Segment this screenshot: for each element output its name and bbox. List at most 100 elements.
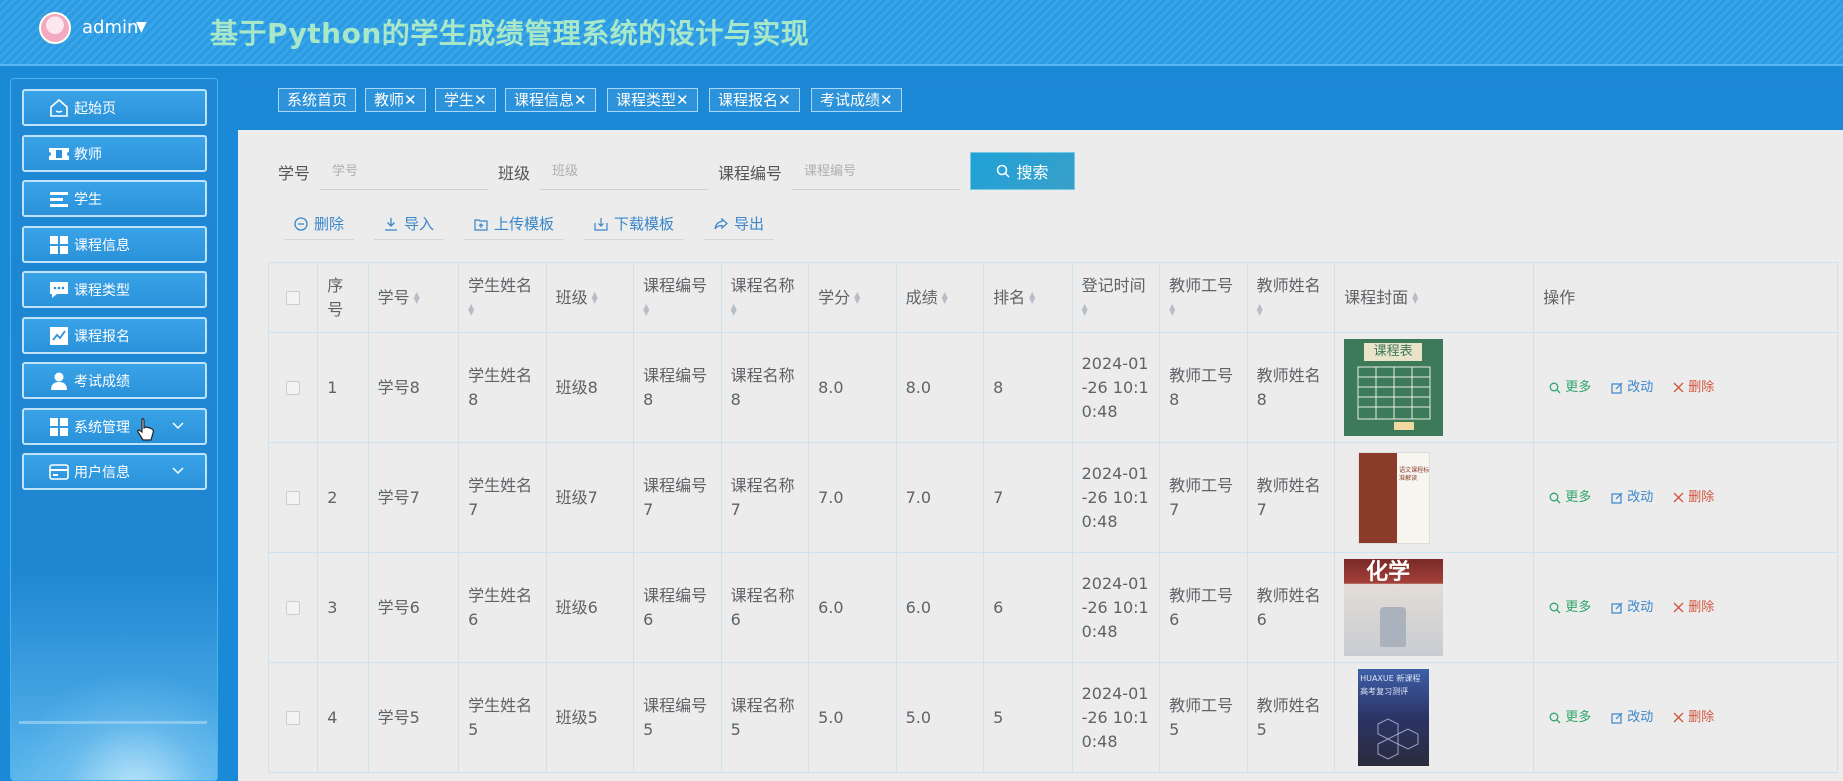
sidebar-item-exam-score[interactable]: 考试成绩 [22,362,207,399]
download-template-button[interactable]: 下载模板 [584,208,685,240]
student-id-input[interactable] [320,154,488,190]
cell-rank: 7 [983,442,1073,553]
course-id-input[interactable] [792,154,960,190]
download-template-label: 下载模板 [614,215,675,233]
cell-cover: 课程表 [1334,332,1535,443]
sidebar-item-label: 考试成绩 [74,373,130,390]
tab-enrollment[interactable]: 课程报名✕ [709,88,800,112]
edit-button[interactable]: 改动 [1611,706,1653,730]
close-icon [1673,602,1684,613]
sidebar-item-course-type[interactable]: 课程类型 [22,271,207,308]
edit-icon [1611,492,1623,504]
select-all-cell[interactable] [267,262,319,333]
tab-exam-score[interactable]: 考试成绩✕ [811,88,902,112]
tab-course-info[interactable]: 课程信息✕ [505,88,596,112]
upload-template-button[interactable]: 上传模板 [464,208,565,240]
cell-student-id: 学号6 [367,552,460,663]
col-rank[interactable]: 排名 ▲ ▼ [983,262,1073,333]
col-teacher-id[interactable]: 教师工号 ▲ ▼ [1159,262,1248,333]
cell-course-name: 课程名称6 [720,552,810,663]
course-cover-image[interactable]: 化学 [1344,559,1444,656]
chevron-down-icon[interactable] [171,418,185,436]
row-checkbox[interactable] [286,380,301,395]
col-score[interactable]: 成绩 ▲ ▼ [895,262,985,333]
col-time[interactable]: 登记时间 ▲ ▼ [1071,262,1161,333]
course-cover-image[interactable]: HUAXUE 新课程高考复习测评 [1358,669,1430,766]
tab-home[interactable]: 系统首页 [278,88,357,112]
course-cover-image[interactable]: 语文课程标准解读 [1358,451,1431,544]
user-name[interactable]: admin [82,17,138,38]
export-button[interactable]: 导出 [704,208,775,240]
delete-row-button[interactable]: 删除 [1673,706,1714,730]
class-input[interactable] [540,154,708,190]
cell-score: 7.0 [895,442,985,553]
tab-student[interactable]: 学生✕ [435,88,496,112]
cell-course-name: 课程名称5 [720,662,810,773]
more-button[interactable]: 更多 [1549,376,1591,400]
table-row: 2 学号7 学生姓名7 班级7 课程编号7 课程名称7 7.0 7.0 7 20… [267,442,1838,553]
table-header-row: 序号 学号 ▲ ▼ 学生姓名 ▲ ▼ 班级 ▲ ▼ 课程编号 ▲ ▼ 课程名称 ▲ ▼ 学分 ▲ ▼ 成… [267,262,1838,333]
edit-button[interactable]: 改动 [1611,596,1653,620]
sidebar-item-home[interactable]: 起始页 [22,89,207,126]
cell-time: 2024-01-26 10:10:48 [1071,332,1161,443]
cell-student-name: 学生姓名5 [458,662,547,773]
row-checkbox[interactable] [286,490,301,505]
sidebar-item-course-info[interactable]: 课程信息 [22,226,207,263]
tab-teacher[interactable]: 教师✕ [365,88,426,112]
sidebar-item-enrollment[interactable]: 课程报名 [22,317,207,354]
col-student-name[interactable]: 学生姓名 ▲ ▼ [458,262,547,333]
col-cover[interactable]: 课程封面 ▲ ▼ [1334,262,1535,333]
tab-course-type[interactable]: 课程类型✕ [607,88,698,112]
cell-class: 班级6 [545,552,635,663]
sidebar-item-label: 教师 [74,146,102,163]
table-row: 1 学号8 学生姓名8 班级8 课程编号8 课程名称8 8.0 8.0 8 20… [267,332,1838,443]
delete-label: 删除 [314,215,345,233]
edit-button[interactable]: 改动 [1611,486,1653,510]
cell-cover: 语文课程标准解读 [1334,442,1535,553]
col-credit[interactable]: 学分 ▲ ▼ [808,262,897,333]
cell-class: 班级8 [545,332,635,443]
col-student-id[interactable]: 学号 ▲ ▼ [367,262,460,333]
cell-cover: 化学 [1334,552,1535,663]
caret-down-icon[interactable]: ▼ [136,19,147,35]
col-class[interactable]: 班级 ▲ ▼ [545,262,635,333]
more-button[interactable]: 更多 [1549,706,1591,730]
sidebar-item-teacher[interactable]: 教师 [22,135,207,172]
more-button[interactable]: 更多 [1549,486,1591,510]
import-button[interactable]: 导入 [374,208,445,240]
edit-icon [1611,712,1623,724]
delete-row-button[interactable]: 删除 [1673,596,1714,620]
search-button[interactable]: 搜索 [970,152,1075,190]
app-title: 基于Python的学生成绩管理系统的设计与实现 [210,17,810,50]
cell-credit: 8.0 [808,332,897,443]
home-icon [48,97,70,119]
sidebar-item-user-info[interactable]: 用户信息 [22,453,207,490]
more-button[interactable]: 更多 [1549,596,1591,620]
row-checkbox[interactable] [286,710,301,725]
sidebar-item-student[interactable]: 学生 [22,180,207,217]
delete-row-button[interactable]: 删除 [1673,376,1714,400]
cell-rank: 6 [983,552,1073,663]
chevron-down-icon[interactable] [171,463,185,481]
avatar[interactable] [39,12,71,44]
close-icon [1673,492,1684,503]
cell-index: 1 [317,332,369,443]
delete-button[interactable]: 删除 [284,208,355,240]
delete-row-button[interactable]: 删除 [1673,486,1714,510]
edit-button[interactable]: 改动 [1611,376,1653,400]
course-cover-image[interactable]: 课程表 [1344,339,1444,436]
col-course-name[interactable]: 课程名称 ▲ ▼ [720,262,810,333]
col-course-id[interactable]: 课程编号 ▲ ▼ [633,262,722,333]
sidebar-item-system-admin[interactable]: 系统管理 [22,408,207,445]
cell-teacher-name: 教师姓名5 [1246,662,1336,773]
grid-icon [48,416,70,438]
select-all-checkbox[interactable] [286,290,301,305]
person-icon [48,370,70,392]
sidebar-decoration [11,670,217,780]
cell-student-id: 学号7 [367,442,460,553]
sort-icon: ▲ ▼ [413,290,420,305]
sidebar-item-label: 用户信息 [74,464,130,481]
row-checkbox[interactable] [286,600,301,615]
cell-score: 5.0 [895,662,985,773]
col-teacher-name[interactable]: 教师姓名 ▲ ▼ [1246,262,1336,333]
